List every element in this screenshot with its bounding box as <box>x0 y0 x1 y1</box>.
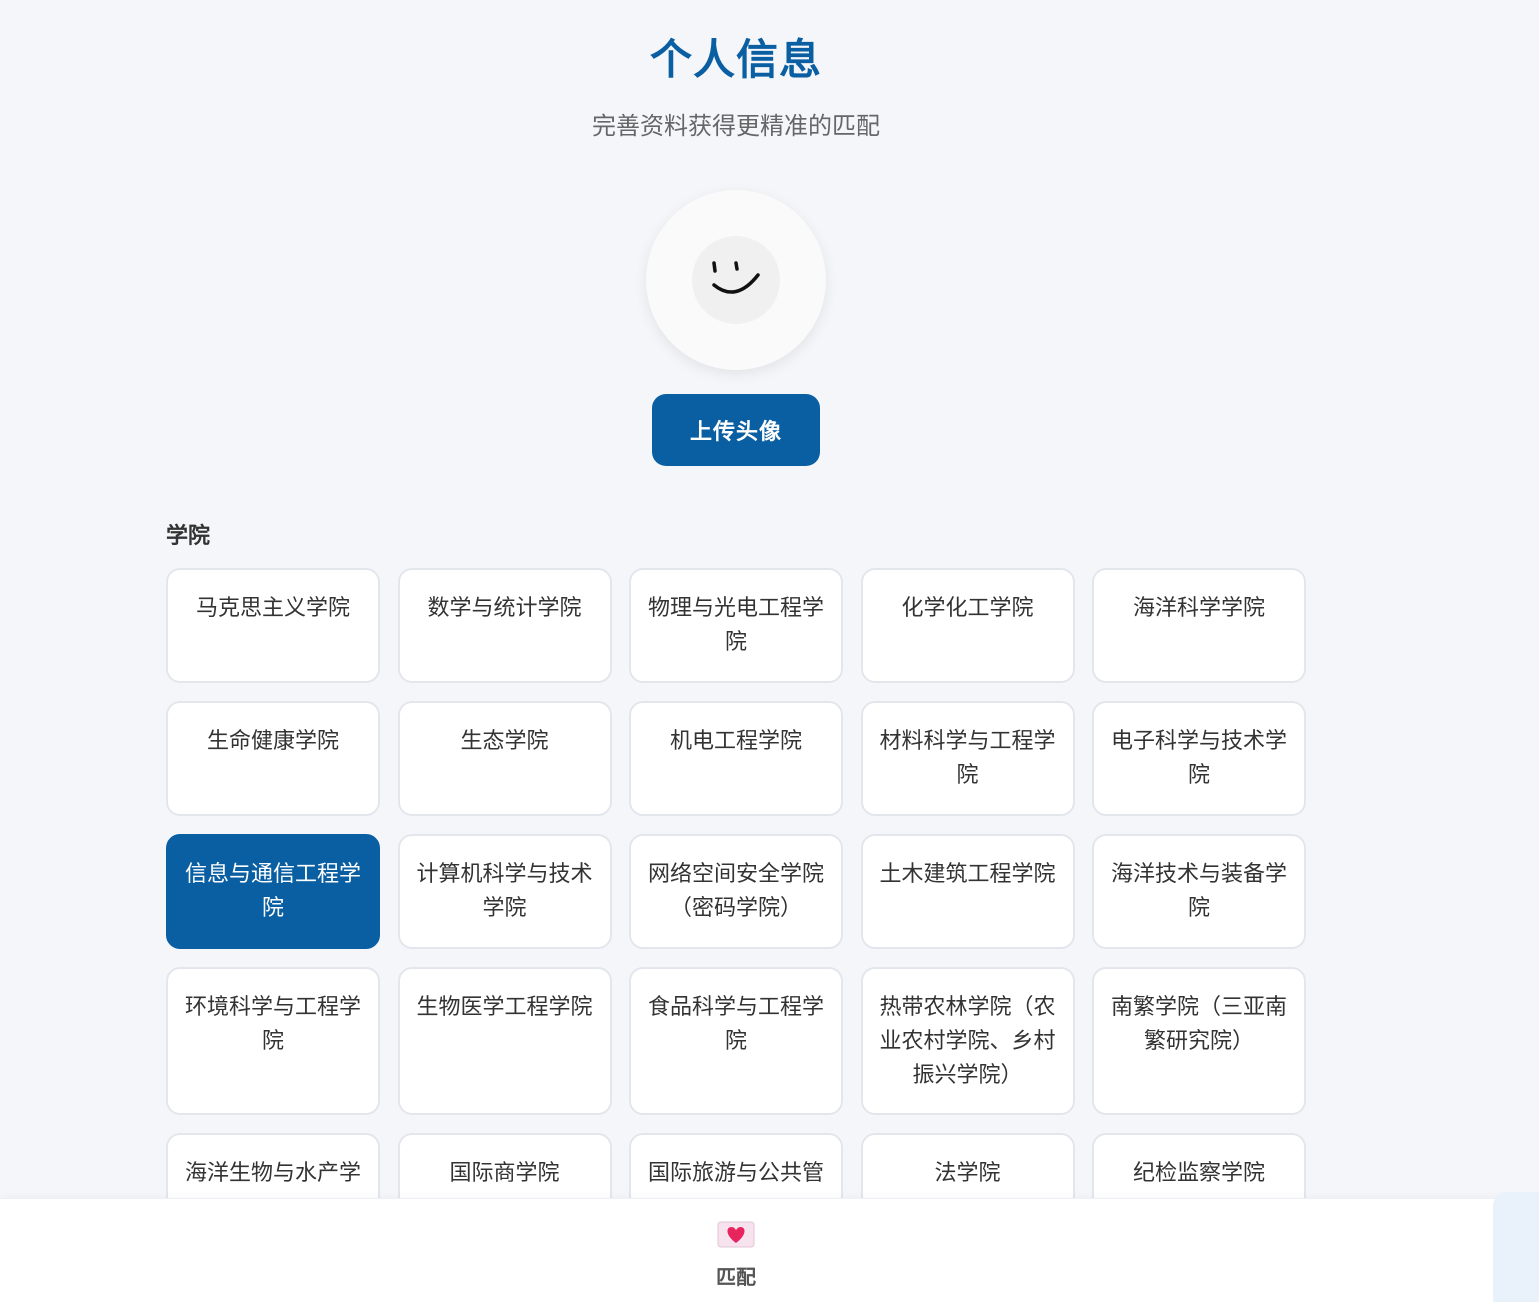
college-option[interactable]: 海洋技术与装备学院 <box>1092 834 1306 949</box>
college-option[interactable]: 计算机科学与技术学院 <box>397 834 612 949</box>
college-option[interactable]: 材料科学与工程学院 <box>860 701 1075 816</box>
nav-item-match[interactable]: 匹配 <box>686 1213 786 1297</box>
heart-envelope-icon <box>717 1221 755 1248</box>
college-option[interactable]: 生物医学工程学院 <box>397 967 612 1115</box>
bottom-nav-bar: 匹配 <box>0 1198 1539 1302</box>
college-option[interactable]: 环境科学与工程学院 <box>166 967 380 1115</box>
page-title: 个人信息 <box>649 35 822 84</box>
college-option[interactable]: 热带农林学院（农业农村学院、乡村振兴学院） <box>860 967 1075 1115</box>
college-option[interactable]: 土木建筑工程学院 <box>860 834 1075 949</box>
college-option[interactable]: 食品科学与工程学院 <box>629 967 843 1115</box>
college-option[interactable]: 海洋科学学院 <box>1092 568 1306 683</box>
nav-label-match: 匹配 <box>716 1265 756 1289</box>
college-option[interactable]: 马克思主义学院 <box>166 568 380 683</box>
college-option[interactable]: 物理与光电工程学院 <box>629 568 843 683</box>
college-option[interactable]: 电子科学与技术学院 <box>1092 701 1306 816</box>
college-option[interactable]: 化学化工学院 <box>860 568 1075 683</box>
profile-page: 个人信息 完善资料获得更精准的匹配 上传头像 学院 马克思主义学院 数学与统计学… <box>0 0 1539 1302</box>
page-subtitle: 完善资料获得更精准的匹配 <box>592 112 880 140</box>
college-option[interactable]: 生态学院 <box>397 701 612 816</box>
avatar[interactable] <box>646 190 826 370</box>
college-option[interactable]: 机电工程学院 <box>629 701 843 816</box>
college-option[interactable]: 南繁学院（三亚南繁研究院） <box>1092 967 1306 1115</box>
college-section-label: 学院 <box>166 524 211 549</box>
college-grid: 马克思主义学院 数学与统计学院 物理与光电工程学院 化学化工学院 海洋科学学院 … <box>166 568 1306 1248</box>
college-option[interactable]: 网络空间安全学院（密码学院） <box>629 834 843 949</box>
side-panel-tab[interactable] <box>1493 1192 1539 1302</box>
college-option-selected[interactable]: 信息与通信工程学院 <box>166 834 380 949</box>
smiley-face-icon <box>692 236 780 324</box>
college-option[interactable]: 数学与统计学院 <box>397 568 612 683</box>
college-option[interactable]: 生命健康学院 <box>166 701 380 816</box>
upload-avatar-button[interactable]: 上传头像 <box>652 394 820 466</box>
